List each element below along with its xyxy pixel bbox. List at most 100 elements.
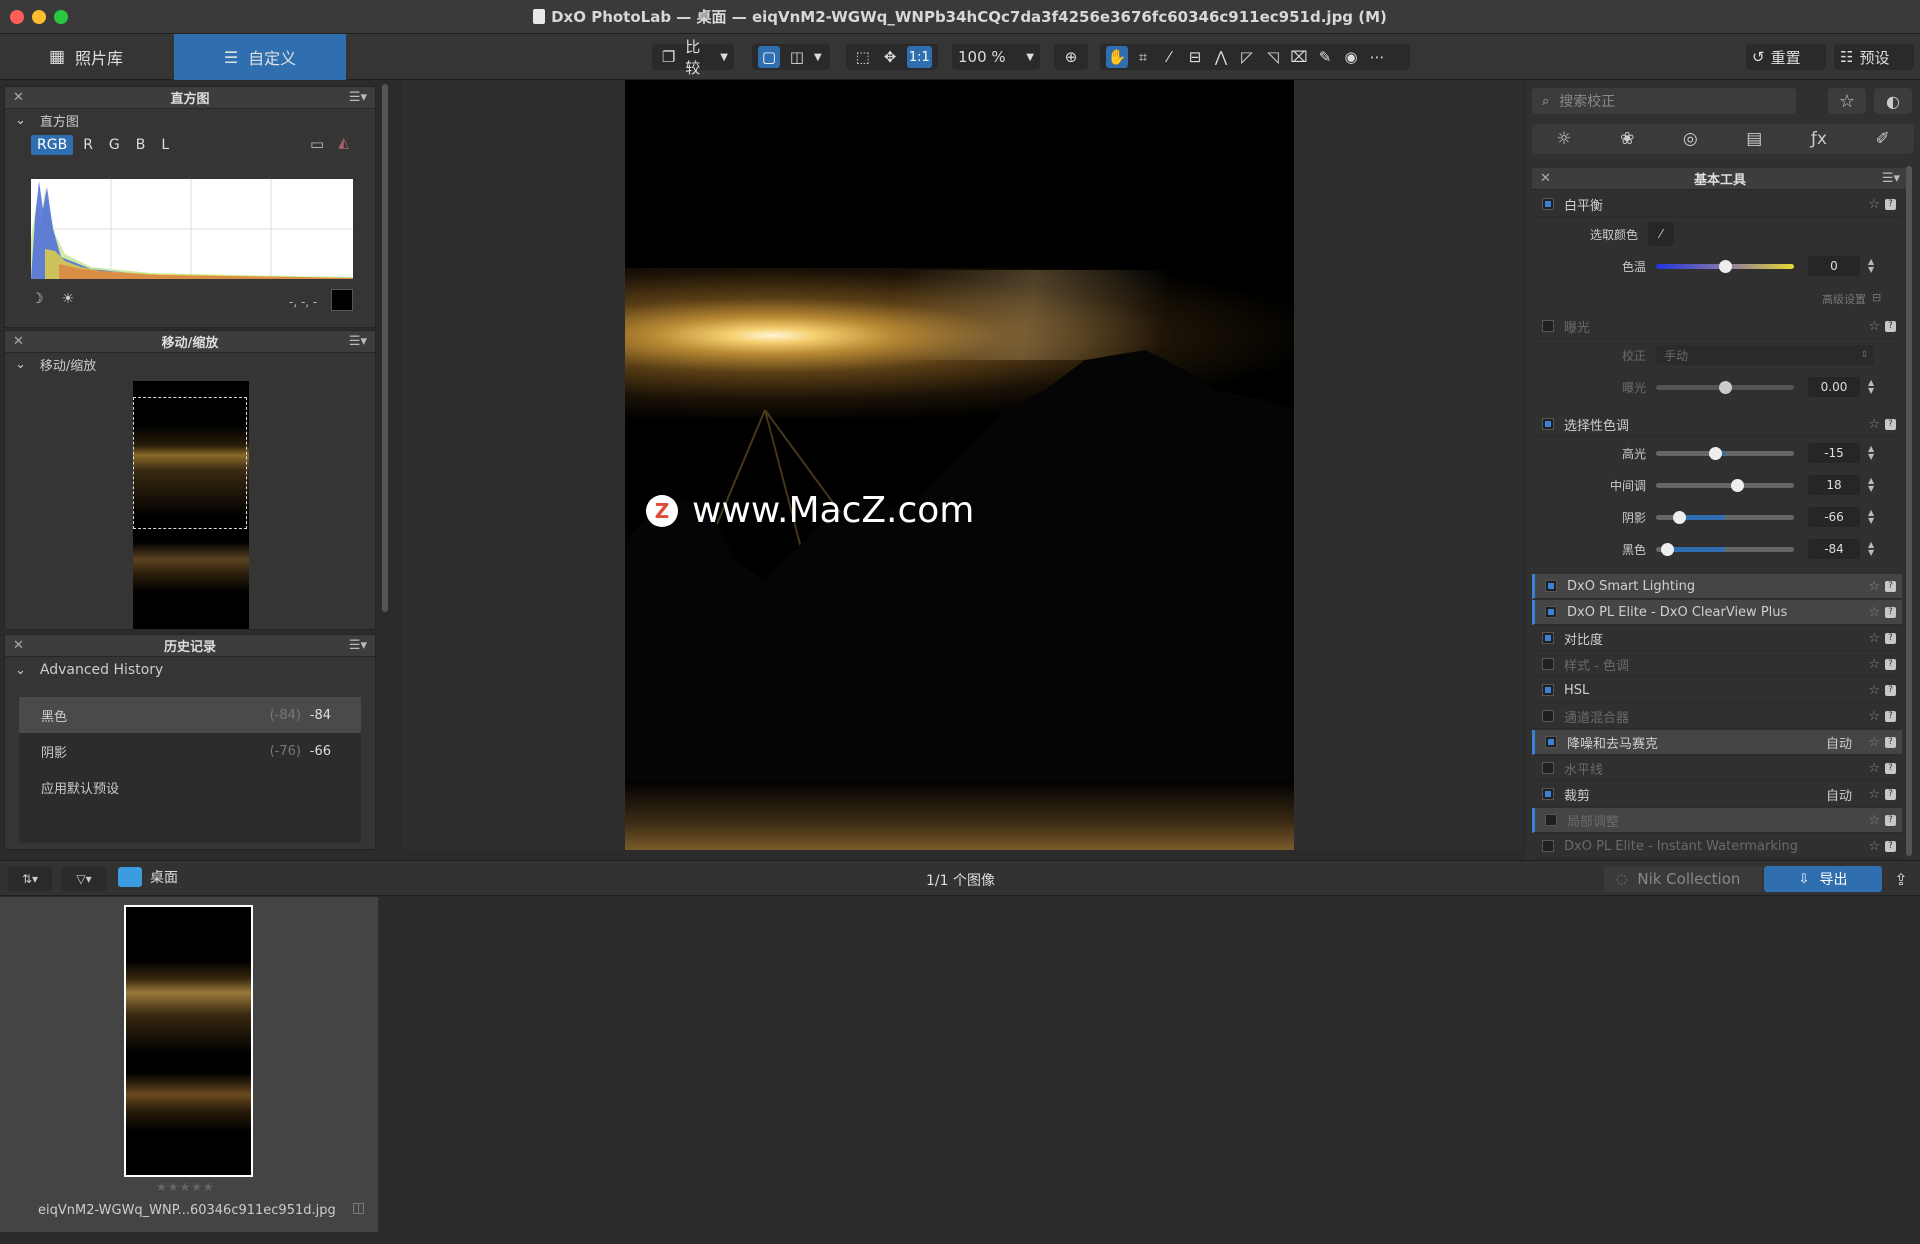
enable-checkbox[interactable]	[1542, 840, 1554, 852]
fit-screen-icon[interactable]: ⬚	[852, 46, 873, 68]
split-view-icon[interactable]: ◫	[786, 46, 808, 68]
slider-knob[interactable]	[1673, 510, 1687, 524]
history-subheader[interactable]: ⌄ Advanced History	[5, 657, 375, 683]
star-icon[interactable]: ☆	[1868, 417, 1880, 432]
star-icon[interactable]: ☆	[1868, 709, 1880, 724]
enable-checkbox[interactable]	[1542, 762, 1554, 774]
history-item[interactable]: 应用默认预设	[19, 769, 361, 805]
tool-row[interactable]: 通道混合器 ☆?	[1532, 704, 1902, 729]
stepper-icon[interactable]: ▲ ▼	[1868, 541, 1874, 557]
star-icon[interactable]: ☆	[1868, 735, 1880, 750]
rating-stars[interactable]: ★★★★★	[156, 1180, 215, 1194]
menu-icon[interactable]: ☰▾	[349, 90, 367, 105]
tool-selective-tone[interactable]: 选择性色调 ☆ ?	[1532, 412, 1902, 437]
channel-b[interactable]: B	[130, 135, 152, 155]
help-icon[interactable]: ?	[1885, 632, 1896, 644]
tone-slider-track[interactable]	[1656, 510, 1794, 524]
tool-row[interactable]: DxO Smart Lighting ☆?	[1532, 574, 1902, 599]
monitor-icon[interactable]: ▭	[310, 135, 324, 155]
one-to-one-button[interactable]: 1:1	[906, 46, 932, 68]
sort-icon[interactable]: ⇅▾	[8, 867, 52, 891]
local-icon[interactable]: ✐	[1875, 129, 1889, 149]
enable-checkbox[interactable]	[1545, 580, 1557, 592]
menu-icon[interactable]: ☰▾	[349, 638, 367, 653]
eyedropper-icon[interactable]: ⁄	[1158, 46, 1180, 68]
move-icon[interactable]: ✥	[879, 46, 900, 68]
chevron-down-icon[interactable]: ▼	[814, 52, 822, 63]
enable-checkbox[interactable]	[1542, 788, 1554, 800]
tool-exposure[interactable]: 曝光 ☆ ?	[1532, 314, 1902, 339]
star-icon[interactable]: ☆	[1868, 839, 1880, 854]
help-icon[interactable]: ?	[1885, 840, 1896, 852]
help-icon[interactable]: ?	[1885, 710, 1896, 722]
single-view-icon[interactable]: ▢	[758, 46, 780, 68]
toggle-icon[interactable]: ◐	[1874, 88, 1912, 114]
tool-row[interactable]: 裁剪 自动 ☆?	[1532, 782, 1902, 807]
star-icon[interactable]: ☆	[1868, 631, 1880, 646]
nik-collection-button[interactable]: ◌ Nik Collection	[1604, 866, 1762, 892]
tab-photolibrary[interactable]: ▦ 照片库	[0, 34, 172, 80]
mask-icon[interactable]: ⋯	[1366, 46, 1388, 68]
tone-slider-value[interactable]: -66	[1808, 507, 1860, 527]
tab-customize[interactable]: ☰ 自定义	[174, 34, 346, 80]
stepper-icon[interactable]: ▲ ▼	[1868, 509, 1874, 525]
eyedropper-button[interactable]: ⁄	[1648, 222, 1675, 246]
help-icon[interactable]: ?	[1885, 580, 1896, 592]
navigator-subheader[interactable]: ⌄ 移动/缩放	[5, 353, 375, 375]
enable-checkbox[interactable]	[1545, 814, 1557, 826]
hand-icon[interactable]: ✋	[1106, 46, 1128, 68]
history-item[interactable]: 阴影 (-76) -66	[19, 733, 361, 769]
transform-icon[interactable]: ⌧	[1288, 46, 1310, 68]
enable-checkbox[interactable]	[1542, 710, 1554, 722]
reset-button[interactable]: ↺ 重置	[1746, 44, 1826, 70]
zoom-tool[interactable]: ⊕	[1054, 44, 1088, 70]
enable-checkbox[interactable]	[1542, 198, 1554, 210]
star-icon[interactable]: ☆	[1868, 657, 1880, 672]
crop-icon[interactable]: ⌗	[1132, 46, 1154, 68]
left-scrollbar[interactable]	[382, 84, 388, 612]
enable-checkbox[interactable]	[1545, 606, 1557, 618]
tool-row[interactable]: 对比度 ☆?	[1532, 626, 1902, 651]
slider-knob[interactable]	[1719, 380, 1732, 394]
enable-checkbox[interactable]	[1542, 632, 1554, 644]
close-icon[interactable]: ✕	[13, 334, 24, 349]
tool-row[interactable]: HSL ☆?	[1532, 678, 1902, 703]
menu-icon[interactable]: ☰▾	[1882, 171, 1900, 186]
exposure-track[interactable]	[1656, 380, 1794, 394]
filter-icon[interactable]: ▽▾	[62, 867, 106, 891]
stepper-icon[interactable]: ▲ ▼	[1868, 379, 1874, 395]
stepper-icon[interactable]: ▲ ▼	[1868, 258, 1874, 274]
mode-select[interactable]: 手动 ⇕	[1656, 345, 1874, 365]
star-icon[interactable]: ☆	[1868, 683, 1880, 698]
tool-row[interactable]: 样式 - 色调 ☆?	[1532, 652, 1902, 677]
channel-g[interactable]: G	[103, 135, 126, 155]
help-icon[interactable]: ?	[1885, 762, 1896, 774]
channel-r[interactable]: R	[77, 135, 99, 155]
horizon-icon[interactable]: ⊟	[1184, 46, 1206, 68]
star-icon[interactable]: ☆	[1868, 787, 1880, 802]
eye-icon[interactable]: ◉	[1340, 46, 1362, 68]
exposure-value[interactable]: 0.00	[1808, 377, 1860, 397]
enable-checkbox[interactable]	[1542, 418, 1554, 430]
slider-knob[interactable]	[1731, 478, 1745, 492]
close-icon[interactable]: ✕	[1540, 171, 1551, 186]
right-scrollbar[interactable]	[1906, 166, 1912, 856]
export-button[interactable]: ⇩ 导出	[1764, 866, 1882, 892]
advanced-settings[interactable]: 高级设置 ⊟	[1822, 291, 1881, 307]
perspective-icon[interactable]: ⋀	[1210, 46, 1232, 68]
zoom-window-button[interactable]	[54, 10, 68, 24]
tone-slider-value[interactable]: -84	[1808, 539, 1860, 559]
detail-icon[interactable]: ◎	[1683, 129, 1698, 149]
sun-icon[interactable]: ☀	[62, 291, 75, 307]
tool-row[interactable]: 局部调整 ☆?	[1532, 808, 1902, 833]
close-window-button[interactable]	[10, 10, 24, 24]
slider-knob[interactable]	[1719, 259, 1732, 273]
close-icon[interactable]: ✕	[13, 638, 24, 653]
stepper-icon[interactable]: ▲ ▼	[1868, 477, 1874, 493]
enable-checkbox[interactable]	[1542, 684, 1554, 696]
enable-checkbox[interactable]	[1542, 658, 1554, 670]
tone-slider-track[interactable]	[1656, 542, 1794, 556]
minimize-window-button[interactable]	[32, 10, 46, 24]
enable-checkbox[interactable]	[1545, 736, 1557, 748]
channel-rgb[interactable]: RGB	[31, 135, 74, 155]
